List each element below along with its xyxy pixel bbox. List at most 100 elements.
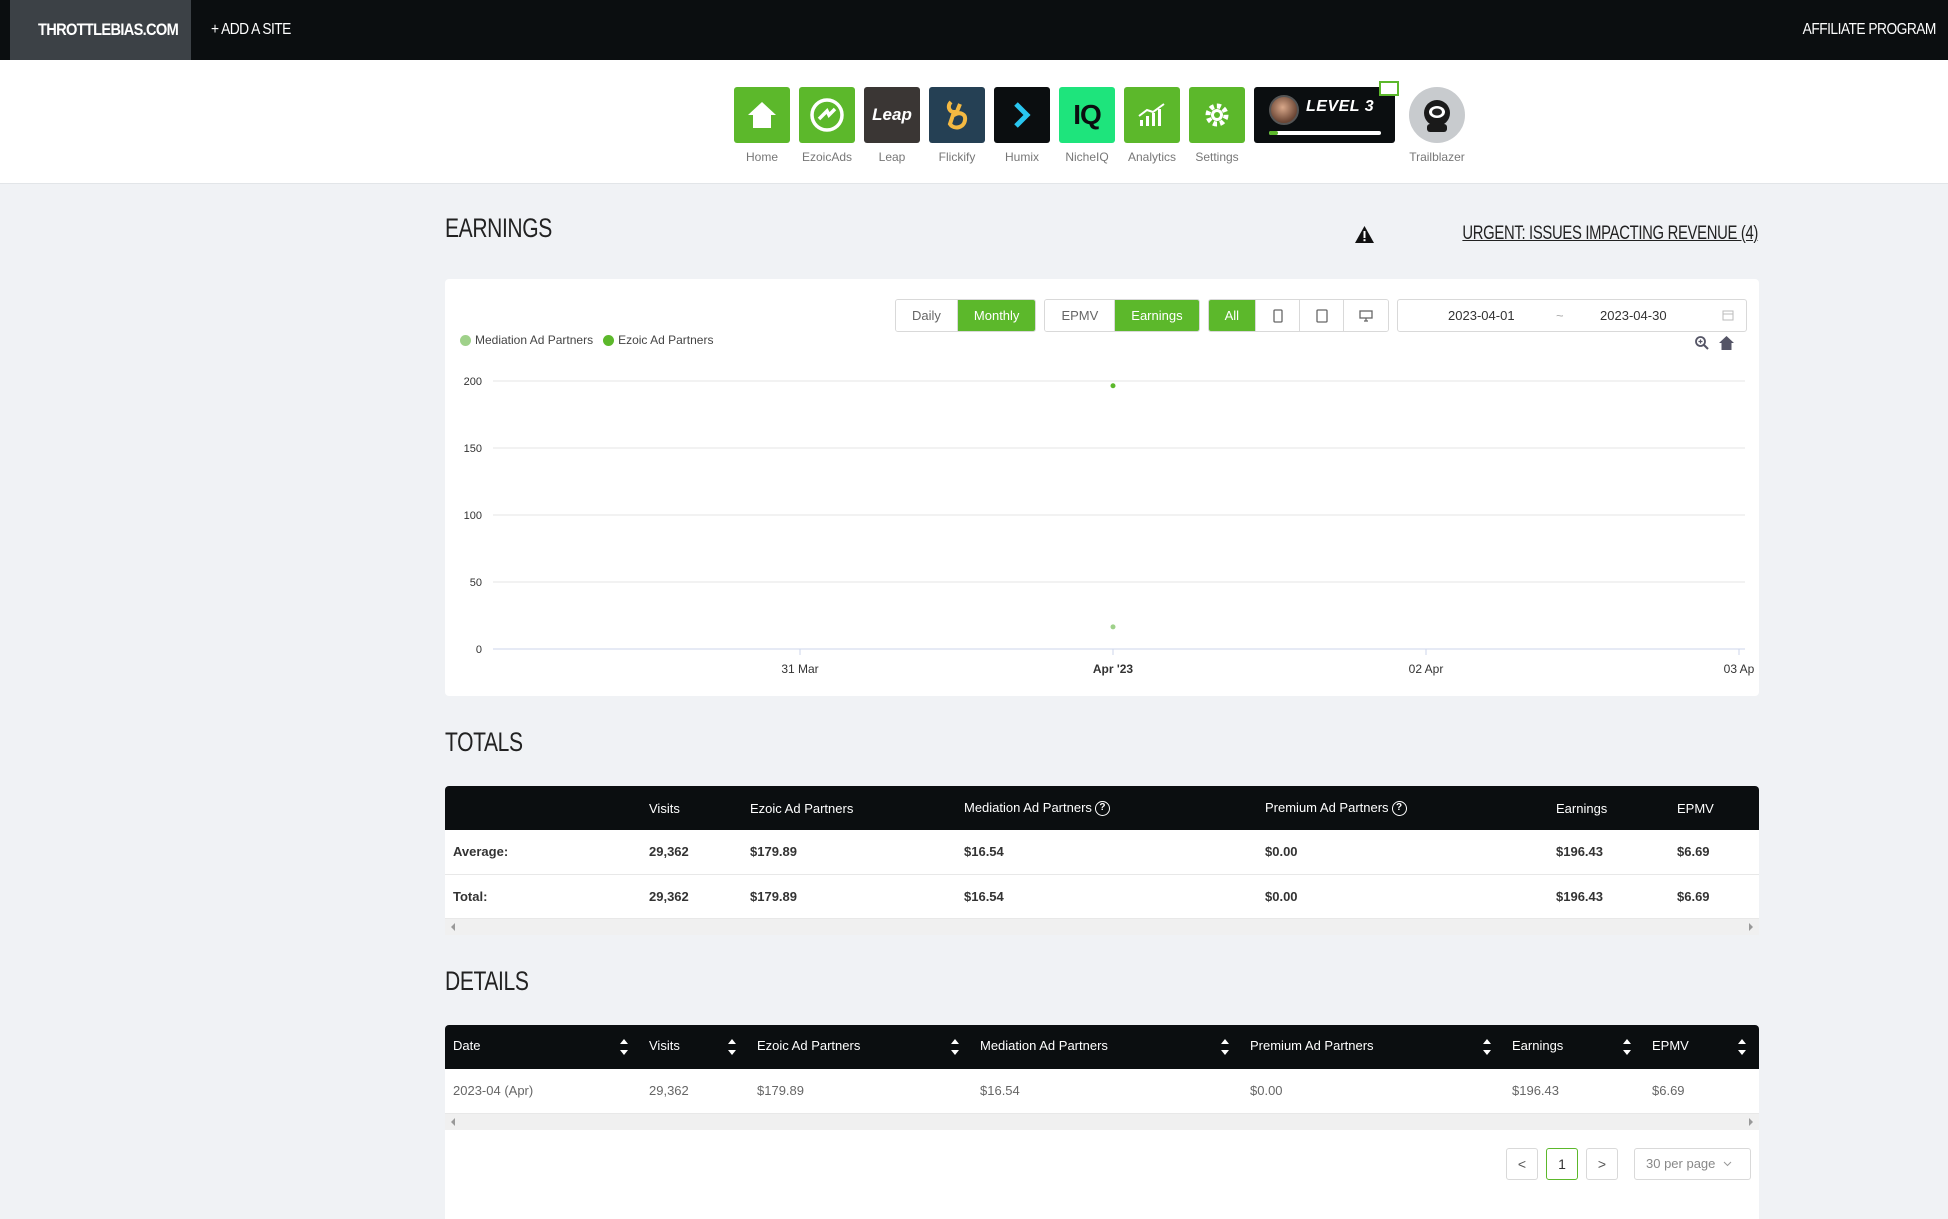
gear-icon[interactable] [1189, 87, 1245, 143]
app-trailblazer[interactable]: Trailblazer [1407, 87, 1467, 164]
help-icon[interactable]: ? [1391, 801, 1407, 817]
sort-icon[interactable] [1738, 1038, 1747, 1056]
totals-header-earnings: Earnings [1548, 786, 1669, 830]
all-devices-button[interactable]: All [1208, 300, 1257, 331]
urgent-issues-text[interactable]: URGENT: ISSUES IMPACTING REVENUE (4) [1462, 223, 1758, 245]
y-tick-label: 200 [464, 376, 482, 388]
device-toggle: All [1207, 299, 1390, 332]
details-header-earnings[interactable]: Earnings [1504, 1025, 1644, 1069]
app-label: Home [745, 150, 778, 164]
reset-zoom-home-icon[interactable] [1718, 335, 1735, 351]
sort-icon[interactable] [728, 1038, 737, 1056]
mail-icon[interactable] [1379, 81, 1399, 96]
details-header-mediation[interactable]: Mediation Ad Partners [972, 1025, 1242, 1069]
date-separator: ~ [1556, 308, 1564, 323]
legend-swatch [460, 334, 471, 346]
ezoicads-icon[interactable] [799, 87, 855, 143]
horizontal-scrollbar[interactable] [445, 918, 1759, 935]
humix-icon[interactable] [994, 87, 1050, 143]
app-settings[interactable]: Settings [1189, 87, 1245, 164]
details-header-ezoic[interactable]: Ezoic Ad Partners [749, 1025, 972, 1069]
y-tick-label: 100 [464, 510, 482, 522]
scroll-right-icon[interactable] [1749, 922, 1753, 931]
totals-header-mediation: Mediation Ad Partners? [956, 786, 1257, 830]
totals-header-ezoic: Ezoic Ad Partners [742, 786, 956, 830]
cell-epmv: $6.69 [1669, 830, 1759, 875]
flickify-icon[interactable] [929, 87, 985, 143]
affiliate-program-link[interactable]: AFFILIATE PROGRAM [1803, 21, 1937, 39]
totals-header-label [445, 786, 641, 830]
earnings-button[interactable]: Earnings [1115, 300, 1199, 331]
app-humix[interactable]: Humix [994, 87, 1050, 164]
scroll-left-icon[interactable] [451, 922, 455, 931]
site-selector[interactable]: THROTTLEBIAS.COM [10, 0, 191, 60]
cell-ezoic: $179.89 [749, 1069, 972, 1114]
header-label: EPMV [1652, 1038, 1689, 1053]
cell-date: 2023-04 (Apr) [445, 1069, 641, 1114]
sort-icon[interactable] [620, 1038, 629, 1056]
astronaut-icon[interactable] [1409, 87, 1465, 143]
cell-mediation: $16.54 [956, 874, 1257, 919]
mobile-icon[interactable] [1256, 300, 1301, 331]
cell-earnings: $196.43 [1548, 830, 1669, 875]
earnings-chart-card: Daily Monthly EPMV Earnings All 2023-04-… [445, 279, 1759, 696]
add-site-link[interactable]: + ADD A SITE [211, 21, 291, 39]
zoom-icon[interactable] [1694, 335, 1710, 351]
cell-ezoic: $179.89 [742, 830, 956, 875]
site-name[interactable]: THROTTLEBIAS.COM [38, 20, 179, 40]
app-flickify[interactable]: Flickify [929, 87, 985, 164]
legend-item[interactable]: Ezoic Ad Partners [603, 333, 713, 347]
details-header-date[interactable]: Date [445, 1025, 641, 1069]
prev-page-button[interactable]: < [1506, 1147, 1538, 1180]
app-home[interactable]: Home [734, 87, 790, 164]
cell-epmv: $6.69 [1669, 874, 1759, 919]
details-title: DETAILS [445, 966, 529, 996]
monthly-button[interactable]: Monthly [957, 300, 1036, 331]
sort-icon[interactable] [1221, 1038, 1230, 1056]
start-date[interactable]: 2023-04-01 [1448, 308, 1515, 323]
table-row: 2023-04 (Apr) 29,362 $179.89 $16.54 $0.0… [445, 1069, 1759, 1114]
analytics-icon[interactable] [1124, 87, 1180, 143]
app-analytics[interactable]: Analytics [1124, 87, 1180, 164]
level-badge[interactable]: LEVEL 3 [1254, 81, 1399, 143]
daily-button[interactable]: Daily [896, 300, 958, 331]
details-header-epmv[interactable]: EPMV [1644, 1025, 1759, 1069]
header-label: Premium Ad Partners [1250, 1038, 1374, 1053]
date-range-picker[interactable]: 2023-04-01 ~ 2023-04-30 [1397, 299, 1748, 332]
home-icon[interactable] [734, 87, 790, 143]
desktop-icon[interactable] [1344, 300, 1389, 331]
page-1-button[interactable]: 1 [1546, 1147, 1578, 1180]
details-table-card: Date Visits Ezoic Ad Partners Mediation … [445, 1025, 1759, 1219]
pagination: < 1 > 30 per page [1498, 1147, 1751, 1180]
urgent-issues-link[interactable]: URGENT: ISSUES IMPACTING REVENUE (4) [1354, 223, 1758, 245]
cell-visits: 29,362 [641, 830, 742, 875]
x-tick-label: 02 Apr [1409, 662, 1444, 676]
nicheiq-logo-text: IQ [1073, 99, 1102, 130]
next-page-button[interactable]: > [1586, 1147, 1618, 1180]
leap-icon[interactable]: Leap [864, 87, 920, 143]
scroll-left-icon[interactable] [451, 1117, 455, 1126]
tablet-icon[interactable] [1300, 300, 1345, 331]
epmv-button[interactable]: EPMV [1045, 300, 1116, 331]
x-tick-label: 03 Ap [1724, 662, 1755, 676]
sort-icon[interactable] [1623, 1038, 1632, 1056]
app-nicheiq[interactable]: IQ NicheIQ [1059, 87, 1115, 164]
end-date[interactable]: 2023-04-30 [1600, 308, 1667, 323]
header-label: Ezoic Ad Partners [757, 1038, 861, 1053]
horizontal-scrollbar[interactable] [445, 1113, 1759, 1130]
app-ezoicads[interactable]: EzoicAds [799, 87, 855, 164]
help-icon[interactable]: ? [1094, 801, 1110, 817]
sort-icon[interactable] [1483, 1038, 1492, 1056]
scroll-right-icon[interactable] [1749, 1117, 1753, 1126]
details-header-premium[interactable]: Premium Ad Partners [1242, 1025, 1504, 1069]
legend-item[interactable]: Mediation Ad Partners [460, 333, 593, 347]
calendar-icon[interactable] [1722, 309, 1734, 321]
row-label: Total: [445, 874, 641, 919]
level-progress-bar [1269, 131, 1381, 135]
sort-icon[interactable] [951, 1038, 960, 1056]
per-page-select[interactable]: 30 per page [1634, 1147, 1751, 1180]
details-header-visits[interactable]: Visits [641, 1025, 749, 1069]
nicheiq-icon[interactable]: IQ [1059, 87, 1115, 143]
app-leap[interactable]: Leap Leap [864, 87, 920, 164]
y-tick-label: 0 [476, 644, 482, 656]
